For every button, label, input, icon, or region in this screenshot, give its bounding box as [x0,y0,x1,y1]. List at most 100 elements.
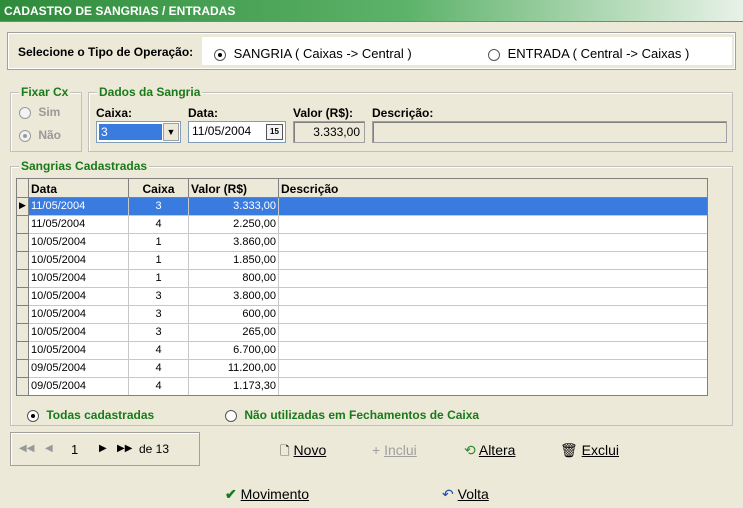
row-indicator: ▶ [17,198,29,216]
cell-descricao [279,306,707,324]
check-icon: ✔ [225,486,237,502]
cell-caixa: 3 [129,288,189,306]
last-page-icon[interactable]: ▶▶ [117,443,132,454]
col-valor[interactable]: Valor (R$) [189,179,279,198]
cell-descricao [279,234,707,252]
prev-page-icon[interactable]: ◀ [45,443,53,454]
calendar-icon[interactable]: 15 [266,124,283,140]
cell-descricao [279,198,707,216]
movimento-button[interactable]: ✔ Movimento [225,486,309,503]
cell-valor: 3.860,00 [189,234,279,252]
radio-entrada-icon [488,48,500,61]
cell-data: 10/05/2004 [29,288,129,306]
header-indicator [17,179,29,198]
fixar-nao-label: Não [38,128,62,142]
data-field[interactable]: 11/05/2004 15 [188,121,286,143]
cell-valor: 600,00 [189,306,279,324]
refresh-icon: ⟲ [464,442,476,458]
cell-data: 10/05/2004 [29,270,129,288]
volta-label: Volta [457,486,489,502]
fixar-sim-icon [19,106,31,119]
table-row[interactable]: ▶ 11/05/2004 3 3.333,00 [17,198,707,216]
radio-sangria[interactable]: SANGRIA ( Caixas -> Central ) [214,46,412,61]
trash-icon: 🗑 [560,442,578,458]
cell-data: 09/05/2004 [29,378,129,395]
cell-caixa: 4 [129,216,189,234]
row-indicator [17,378,29,395]
undo-icon: ↶ [442,486,454,502]
fixar-cx-title: Fixar Cx [19,85,71,99]
cell-data: 11/05/2004 [29,216,129,234]
fixar-sim-label: Sim [38,105,61,119]
fixar-nao-radio[interactable]: Não [19,128,61,142]
caixa-label: Caixa: [96,106,133,120]
table-row[interactable]: 10/05/2004 3 265,00 [17,324,707,342]
filter-todas[interactable]: Todas cadastradas [27,408,154,422]
filter-nao-utilizadas-label: Não utilizadas em Fechamentos de Caixa [244,408,480,422]
exclui-button[interactable]: 🗑 Exclui [560,442,619,459]
row-indicator [17,252,29,270]
first-page-icon[interactable]: ◀◀ [19,443,34,454]
cell-caixa: 4 [129,378,189,395]
row-pointer-icon: ▶ [19,200,26,210]
radio-entrada[interactable]: ENTRADA ( Central -> Caixas ) [488,46,689,61]
cell-caixa: 1 [129,270,189,288]
table-row[interactable]: 09/05/2004 4 11.200,00 [17,360,707,378]
cell-valor: 3.333,00 [189,198,279,216]
operation-label: Selecione o Tipo de Operação: [18,45,194,59]
col-descricao[interactable]: Descrição [279,179,707,198]
inclui-button[interactable]: + Inclui [372,442,417,458]
filter-todas-icon [27,409,39,422]
cell-data: 10/05/2004 [29,306,129,324]
altera-button[interactable]: ⟲ Altera [464,442,515,459]
row-indicator [17,270,29,288]
table-row[interactable]: 10/05/2004 3 3.800,00 [17,288,707,306]
movimento-label: Movimento [240,486,310,502]
cell-data: 10/05/2004 [29,324,129,342]
row-indicator [17,324,29,342]
window-title: CADASTRO DE SANGRIAS / ENTRADAS [0,0,743,22]
cell-valor: 2.250,00 [189,216,279,234]
valor-field[interactable]: 3.333,00 [293,121,365,143]
radio-sangria-icon [214,48,226,61]
table-row[interactable]: 10/05/2004 1 3.860,00 [17,234,707,252]
row-indicator [17,234,29,252]
caixa-select[interactable]: 3 ▼ [96,121,181,143]
navigator: ◀◀ ◀ 1 ▶ ▶▶ de 13 [10,432,200,466]
cell-caixa: 3 [129,324,189,342]
sangrias-table[interactable]: Data Caixa Valor (R$) Descrição ▶ 11/05/2… [16,178,708,396]
table-row[interactable]: 10/05/2004 3 600,00 [17,306,707,324]
fixar-nao-icon [19,129,31,142]
chevron-down-icon[interactable]: ▼ [163,123,179,141]
col-caixa[interactable]: Caixa [129,179,189,198]
cell-valor: 800,00 [189,270,279,288]
cell-descricao [279,288,707,306]
fixar-sim-radio[interactable]: Sim [19,105,60,119]
cell-data: 09/05/2004 [29,360,129,378]
filter-nao-utilizadas[interactable]: Não utilizadas em Fechamentos de Caixa [225,408,479,422]
cell-descricao [279,270,707,288]
altera-label: Altera [478,442,516,458]
descricao-field[interactable] [372,121,727,143]
table-row[interactable]: 10/05/2004 1 800,00 [17,270,707,288]
next-page-icon[interactable]: ▶ [99,443,107,454]
cell-data: 10/05/2004 [29,252,129,270]
cell-caixa: 4 [129,342,189,360]
col-data[interactable]: Data [29,179,129,198]
page-total: de 13 [139,442,170,456]
cell-descricao [279,252,707,270]
novo-button[interactable]: 🗋 Novo [280,442,326,463]
filter-nao-utilizadas-icon [225,409,237,422]
table-row[interactable]: 11/05/2004 4 2.250,00 [17,216,707,234]
table-row[interactable]: 09/05/2004 4 1.173,30 [17,378,707,395]
exclui-label: Exclui [581,442,620,458]
table-row[interactable]: 10/05/2004 1 1.850,00 [17,252,707,270]
table-row[interactable]: 10/05/2004 4 6.700,00 [17,342,707,360]
operation-panel: Selecione o Tipo de Operação: SANGRIA ( … [7,32,736,70]
cell-descricao [279,378,707,395]
sangrias-title: Sangrias Cadastradas [19,159,150,173]
volta-button[interactable]: ↶ Volta [442,486,489,503]
descricao-label: Descrição: [372,106,434,120]
inclui-label: Inclui [384,442,417,458]
dados-title: Dados da Sangria [97,85,203,99]
